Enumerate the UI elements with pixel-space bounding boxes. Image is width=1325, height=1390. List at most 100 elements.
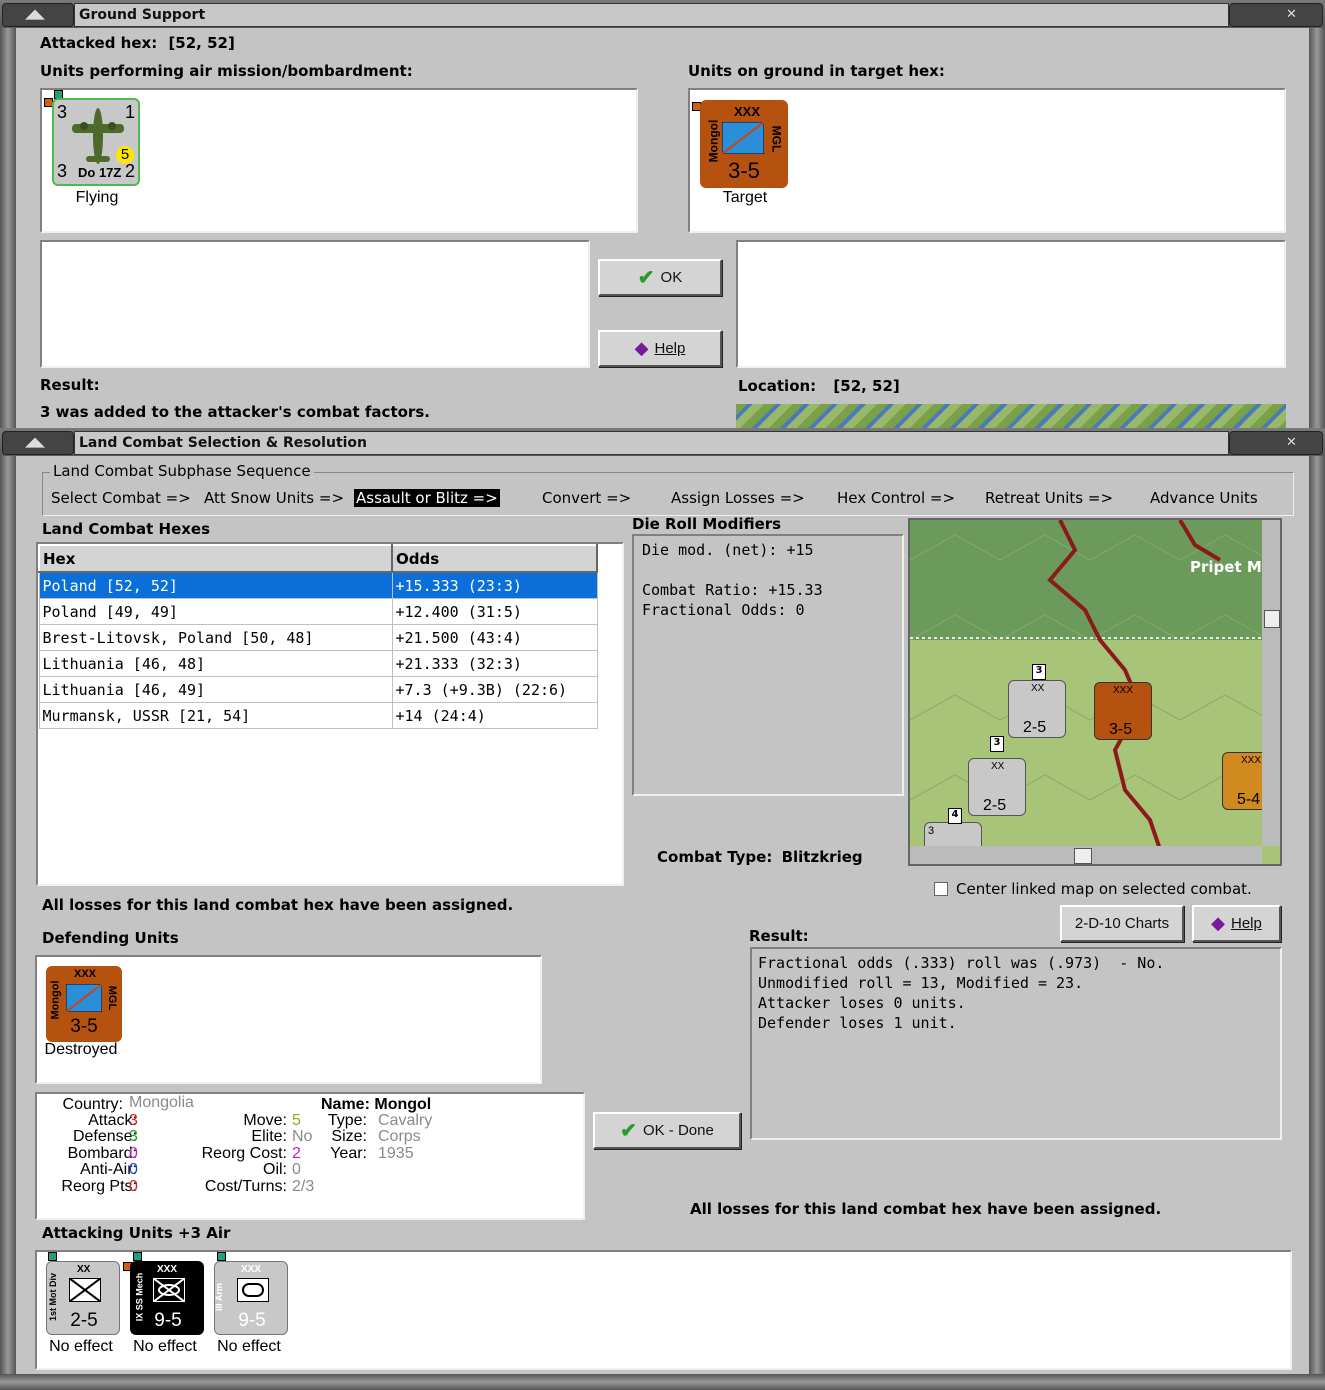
map-region-label: Pripet M <box>1190 558 1262 576</box>
defender-strength: 3-5 <box>70 1016 98 1037</box>
close-icon: ✕ <box>1286 435 1297 450</box>
target-unit-size: XXX <box>734 104 761 119</box>
close-button[interactable]: ✕ <box>1229 3 1323 27</box>
close-button[interactable]: ✕ <box>1229 431 1323 455</box>
result-panel: Fractional odds (.333) roll was (.973) -… <box>750 947 1282 1140</box>
size-key: Size: <box>331 1128 367 1145</box>
hex-cell: Poland [52, 52] <box>38 571 393 599</box>
defender-nation: MGL <box>105 985 118 1011</box>
defender-notes-panel <box>736 240 1286 368</box>
hex-cell: Poland [49, 49] <box>38 598 393 625</box>
attacking-label: Attacking Units +3 Air <box>42 1224 231 1242</box>
die-roll-label: Die Roll Modifiers <box>632 515 782 533</box>
help-button[interactable]: ◆ Help <box>598 330 722 367</box>
table-row[interactable]: Poland [52, 52] +15.333 (23:3) <box>38 571 598 599</box>
antiair-value: 0 <box>129 1161 138 1178</box>
window-menu-button[interactable]: ◢◣ <box>2 431 74 455</box>
bottom-losses-message: All losses for this land combat hex have… <box>690 1200 1162 1218</box>
attacker-counter[interactable]: XX 1st Mot Div 2-5 <box>46 1261 120 1335</box>
ground-support-title: Ground Support <box>74 3 1229 27</box>
window-menu-button[interactable]: ◢◣ <box>2 3 74 27</box>
column-header-odds[interactable]: Odds <box>391 544 598 573</box>
map-vertical-thumb[interactable] <box>1264 610 1280 628</box>
defender-counter[interactable]: XXX Mongol MGL 3-5 <box>46 966 122 1042</box>
charts-button[interactable]: 2-D-10 Charts <box>1060 905 1184 942</box>
defending-units-panel: XXX Mongol MGL 3-5 Destroyed <box>35 955 542 1084</box>
attacked-hex-label: Attacked hex: <box>40 34 158 52</box>
center-map-checkbox[interactable] <box>934 882 948 896</box>
die-roll-spacer <box>642 560 894 580</box>
map-horizontal-scrollbar[interactable] <box>910 846 1262 864</box>
map-unit-counter[interactable]: XXX 3-5 <box>1094 682 1152 740</box>
result-label: Result: <box>749 927 809 945</box>
map-vertical-scrollbar[interactable] <box>1262 520 1280 846</box>
attacker-counter[interactable]: XXX IX SS Mech 9-5 <box>130 1261 204 1335</box>
elite-value: No <box>292 1128 313 1145</box>
odds-cell: +15.333 (23:3) <box>391 571 598 599</box>
odds-cell: +7.3 (+9.3B) (22:6) <box>391 676 598 703</box>
attacker-size: XXX <box>241 1264 262 1275</box>
hex-cell: Lithuania [46, 48] <box>38 650 393 677</box>
hexes-table-panel: Hex Odds Poland [52, 52] +15.333 (23:3) P… <box>36 542 624 886</box>
map-unit-strength: 2-5 <box>1023 719 1047 736</box>
check-icon: ✔ <box>637 267 655 289</box>
location-mini-map[interactable] <box>736 404 1286 428</box>
phase-select-combat: Select Combat => <box>51 489 191 507</box>
frame-right <box>1309 28 1325 428</box>
attacker-status: No effect <box>133 1338 197 1355</box>
country-key: Country: <box>62 1096 123 1113</box>
phase-hex-control: Hex Control => <box>837 489 956 507</box>
hexes-table: Hex Odds Poland [52, 52] +15.333 (23:3) P… <box>38 544 598 729</box>
odds-cell: +21.500 (43:4) <box>391 624 598 651</box>
ground-support-window: ◢◣ Ground Support ✕ Attacked hex: [52, 5… <box>0 0 1325 428</box>
ground-units-label: Units on ground in target hex: <box>688 62 945 80</box>
ok-done-label: OK - Done <box>642 1122 714 1139</box>
year-value: 1935 <box>378 1145 414 1162</box>
map-unit-strength: 2-5 <box>983 797 1007 814</box>
combat-ratio: Combat Ratio: +15.33 <box>642 581 823 599</box>
defender-status: Destroyed <box>44 1041 118 1058</box>
target-unit-counter[interactable]: XXX Mongol MGL 3-5 <box>700 100 788 188</box>
air-unit-bottom-left: 3 <box>57 161 68 181</box>
ok-done-button[interactable]: ✔ OK - Done <box>593 1112 741 1149</box>
phase-advance-units: Advance Units <box>1150 489 1258 507</box>
gs-result-text: 3 was added to the attacker's combat fac… <box>40 403 430 421</box>
map-horizontal-thumb[interactable] <box>1074 848 1092 864</box>
location-label: Location: <box>738 377 817 395</box>
location-row: Location: [52, 52] <box>738 377 900 395</box>
armor-icon <box>237 1278 269 1302</box>
column-header-hex[interactable]: Hex <box>38 544 393 573</box>
table-row[interactable]: Poland [49, 49] +12.400 (31:5) <box>38 598 598 625</box>
cost-key: Cost/Turns: <box>204 1178 287 1195</box>
table-row[interactable]: Brest-Litovsk, Poland [50, 48] +21.500 (4… <box>38 624 598 651</box>
die-mod-net: Die mod. (net): +15 <box>642 541 814 559</box>
attacker-size: XX <box>77 1264 91 1275</box>
defender-size: XXX <box>74 968 97 980</box>
reorgpts-value: 0 <box>129 1178 138 1195</box>
map-unit-size: XX <box>991 761 1005 772</box>
fractional-odds: Fractional Odds: 0 <box>642 601 805 619</box>
ok-button[interactable]: ✔ OK <box>598 259 722 296</box>
map-unit-counter[interactable]: XX 2-5 <box>1008 680 1066 738</box>
attacker-counter[interactable]: XXX III Arm 9-5 <box>214 1261 288 1335</box>
sequence-title: Land Combat Subphase Sequence <box>50 462 314 480</box>
table-header-row: Hex Odds <box>38 544 598 573</box>
map-unit-counter[interactable]: XX 2-5 <box>968 758 1026 816</box>
table-row[interactable]: Murmansk, USSR [21, 54] +14 (24:4) <box>38 702 598 729</box>
center-map-label: Center linked map on selected combat. <box>956 880 1252 898</box>
reorgpts-key: Reorg Pts: <box>61 1178 137 1195</box>
year-key: Year: <box>330 1145 367 1162</box>
oil-key: Oil: <box>263 1161 287 1178</box>
ground-units-panel: XXX Mongol MGL 3-5 Target <box>688 88 1286 233</box>
air-unit-counter[interactable]: 3 1 5 3 Do 17Z 2 <box>52 98 140 186</box>
map-unit-size: XXX <box>1113 685 1134 696</box>
elite-key: Elite: <box>251 1128 287 1145</box>
table-row[interactable]: Lithuania [46, 48] +21.333 (32:3) <box>38 650 598 677</box>
linked-map[interactable]: Pripet M XX 2-5 3 XXX 3-5 XX 2-5 3 XXX 5… <box>908 518 1282 866</box>
attacker-strength: 9-5 <box>238 1310 266 1331</box>
air-unit-top-left: 3 <box>57 102 68 122</box>
help-button[interactable]: ◆ Help <box>1192 905 1281 942</box>
defense-value: 3 <box>129 1128 138 1145</box>
center-map-option[interactable]: Center linked map on selected combat. <box>934 880 1252 898</box>
table-row[interactable]: Lithuania [46, 49] +7.3 (+9.3B) (22:6) <box>38 676 598 703</box>
